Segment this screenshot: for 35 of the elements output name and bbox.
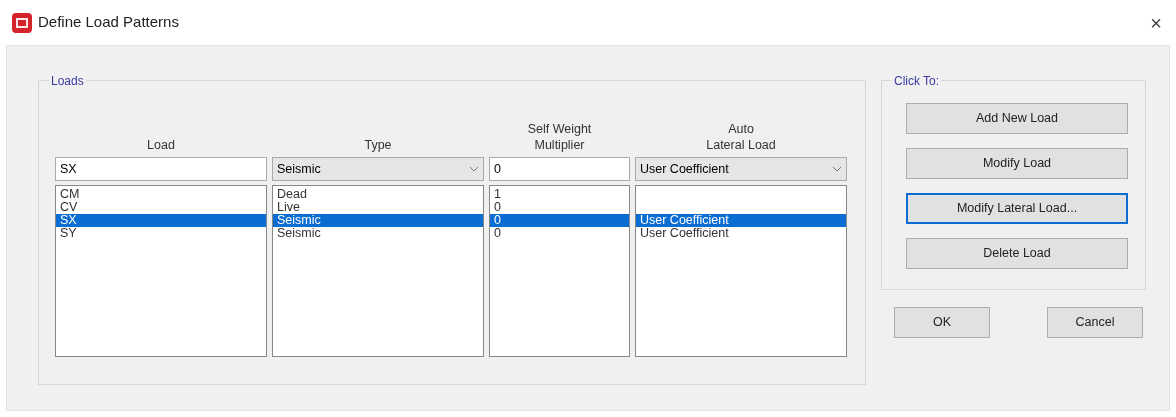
dropdown[interactable]: User Coefficient	[635, 157, 847, 181]
window-title: Define Load Patterns	[38, 12, 179, 33]
list-item[interactable]: CM	[56, 188, 266, 201]
action-button[interactable]: Delete Load	[906, 238, 1128, 269]
caret-icon	[832, 166, 842, 172]
list-item[interactable]: CV	[56, 201, 266, 214]
list-item[interactable]: 0	[490, 227, 629, 240]
action-button[interactable]: Add New Load	[906, 103, 1128, 134]
list-item[interactable]: 0	[490, 201, 629, 214]
list-item[interactable]: User Coefficient	[636, 214, 846, 227]
list-item[interactable]: Seismic	[273, 214, 483, 227]
action-button[interactable]: Modify Lateral Load...	[906, 193, 1128, 224]
caret-icon	[469, 166, 479, 172]
list-item[interactable]: Seismic	[273, 227, 483, 240]
list-item[interactable]: User Coefficient	[636, 227, 846, 240]
dropdown[interactable]: Seismic	[272, 157, 484, 181]
close-button[interactable]: ×	[1150, 7, 1162, 38]
action-button[interactable]: Modify Load	[906, 148, 1128, 179]
input-field[interactable]: 0	[489, 157, 630, 181]
column-header: Type	[364, 137, 392, 153]
column-header: Lateral Load	[706, 137, 776, 153]
list-item[interactable]: 0	[490, 214, 629, 227]
list-item[interactable]: Live	[273, 201, 483, 214]
column-header: Multiplier	[534, 137, 585, 153]
list-item[interactable]: SY	[56, 227, 266, 240]
input-field[interactable]: SX	[55, 157, 267, 181]
app-logo-icon	[12, 12, 32, 33]
list-item[interactable]: Dead	[273, 188, 483, 201]
column-header: Load	[147, 137, 175, 153]
column-header: Self Weight	[527, 121, 592, 137]
column-header: Auto	[728, 121, 754, 137]
list-item[interactable]: 1	[490, 188, 629, 201]
dialog-button[interactable]: OK	[894, 307, 990, 338]
list-item[interactable]: SX	[56, 214, 266, 227]
dialog-button[interactable]: Cancel	[1047, 307, 1143, 338]
